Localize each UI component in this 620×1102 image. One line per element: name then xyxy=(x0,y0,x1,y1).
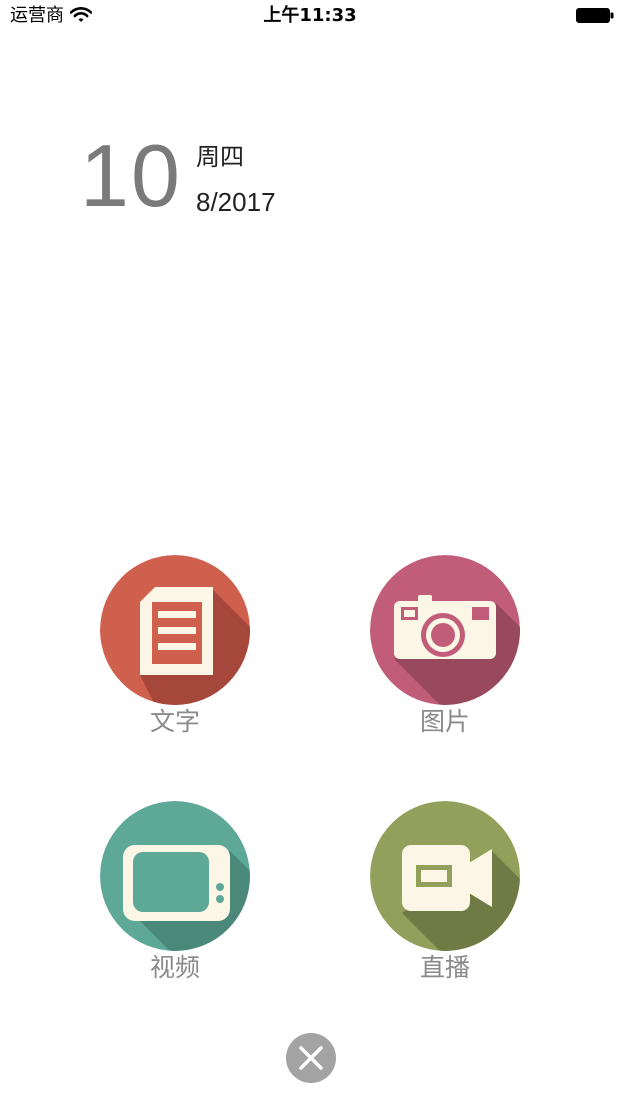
tv-icon xyxy=(100,801,250,951)
compose-live-button[interactable]: 直播 xyxy=(365,801,525,991)
camera-icon xyxy=(370,555,520,705)
month-year-label: 8/2017 xyxy=(196,187,276,217)
compose-video-button[interactable]: 视频 xyxy=(95,801,255,991)
menu-label-live: 直播 xyxy=(419,953,470,982)
menu-label-photo: 图片 xyxy=(419,707,470,736)
close-button[interactable] xyxy=(286,1033,336,1083)
weekday-label: 周四 xyxy=(196,143,244,171)
compose-photo-button[interactable]: 图片 xyxy=(365,555,525,745)
compose-text-button[interactable]: 文字 xyxy=(95,555,255,745)
status-time: 上午11:33 xyxy=(263,5,357,26)
video-camera-icon xyxy=(370,801,520,951)
menu-label-video: 视频 xyxy=(149,953,200,982)
day-number: 10 xyxy=(80,126,182,225)
menu-label-text: 文字 xyxy=(149,707,200,736)
document-icon xyxy=(100,555,250,705)
battery-icon xyxy=(576,8,614,23)
status-bar: 运营商 上午11:33 xyxy=(0,0,620,32)
close-icon xyxy=(299,1046,323,1070)
